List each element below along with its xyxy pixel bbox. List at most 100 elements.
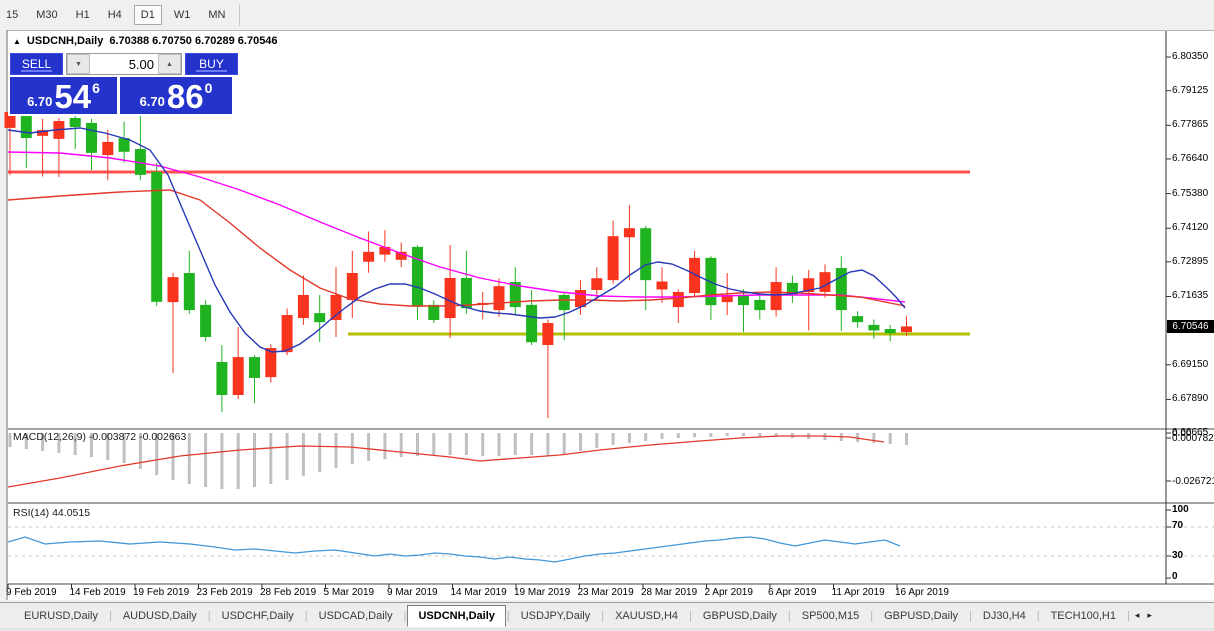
chart-title: ▲ USDCNH,Daily 6.70388 6.70750 6.70289 6…: [13, 35, 278, 47]
timeframe-button-d1[interactable]: D1: [134, 5, 162, 25]
candle: [216, 362, 227, 395]
timeframe-button-15[interactable]: 15: [0, 6, 24, 24]
candle: [608, 236, 619, 280]
candle: [86, 123, 97, 153]
volume-increase-button[interactable]: ▲: [158, 54, 181, 74]
candle: [559, 295, 570, 310]
sell-price-small: 6.70: [27, 94, 52, 109]
chart-background: [8, 31, 1214, 600]
candle: [102, 142, 113, 155]
date-axis-label: 5 Mar 2019: [324, 587, 375, 598]
symbol-tab-dj30-10[interactable]: DJ30,H4: [973, 606, 1036, 626]
date-axis-label: 23 Feb 2019: [197, 587, 253, 598]
buy-underline: [196, 70, 227, 72]
price-axis-label: 6.80350: [1172, 51, 1208, 62]
candle: [868, 325, 879, 330]
candle: [820, 272, 831, 292]
price-axis-label: 6.77865: [1172, 119, 1208, 130]
price-axis-label: 6.71635: [1172, 290, 1208, 301]
candle: [412, 247, 423, 307]
date-axis-label: 23 Mar 2019: [578, 587, 634, 598]
symbol-tab-usdchf-2[interactable]: USDCHF,Daily: [212, 606, 304, 626]
timeframe-button-w1[interactable]: W1: [168, 6, 197, 24]
date-axis-label: 9 Mar 2019: [387, 587, 438, 598]
date-axis-label: 16 Apr 2019: [895, 587, 949, 598]
price-axis-label: 6.76640: [1172, 153, 1208, 164]
rsi-axis-label: 100: [1172, 504, 1189, 515]
candle: [21, 116, 32, 138]
candle: [461, 278, 472, 308]
buy-button-label: BUY: [199, 57, 224, 71]
chart-title-symbol: USDCNH,Daily: [27, 35, 103, 47]
candle: [168, 277, 179, 302]
current-price-tag: 6.70546: [1167, 320, 1214, 333]
symbol-tab-gbpusd-7[interactable]: GBPUSD,Daily: [693, 606, 787, 626]
symbol-tab-usdcnh-4[interactable]: USDCNH,Daily: [407, 605, 505, 627]
price-axis-label: 6.72895: [1172, 256, 1208, 267]
buy-button[interactable]: BUY: [185, 53, 238, 75]
rsi-axis-label: 70: [1172, 520, 1183, 531]
tabs-scroll-right-icon[interactable]: ▸: [1147, 610, 1152, 621]
sell-button-label: SELL: [22, 57, 51, 71]
price-axis-label: 6.79125: [1172, 85, 1208, 96]
candle: [640, 228, 651, 280]
buy-price-sup: 0: [205, 80, 213, 96]
date-axis-label: 6 Apr 2019: [768, 587, 816, 598]
candle: [754, 300, 765, 310]
price-axis-label: 6.67890: [1172, 393, 1208, 404]
buy-price-small: 6.70: [140, 94, 165, 109]
candle: [70, 118, 81, 127]
candle: [363, 252, 374, 262]
candle: [771, 282, 782, 310]
symbol-tab-tech100-11[interactable]: TECH100,H1: [1041, 606, 1126, 626]
rsi-axis-label: 0: [1172, 571, 1178, 582]
timeframe-button-h1[interactable]: H1: [70, 6, 96, 24]
macd-label: MACD(12,26,9) -0.003872 -0.002663: [13, 431, 186, 443]
candle: [233, 357, 244, 395]
price-axis-label: 6.75380: [1172, 188, 1208, 199]
symbol-tab-audusd-1[interactable]: AUDUSD,Daily: [113, 606, 207, 626]
sell-price-sup: 6: [92, 80, 100, 96]
timeframe-button-mn[interactable]: MN: [202, 6, 231, 24]
candle: [738, 295, 749, 305]
candle: [347, 273, 358, 300]
timeframe-button-h4[interactable]: H4: [102, 6, 128, 24]
timeframe-toolbar: 15 M30 H1 H4 D1 W1 MN: [0, 0, 1214, 30]
sell-price-big: 54: [54, 82, 91, 112]
symbol-tab-eurusd-0[interactable]: EURUSD,Daily: [14, 606, 108, 626]
macd-axis-bottom: -0.026721: [1172, 476, 1214, 487]
symbol-tab-xauusd-6[interactable]: XAUUSD,H4: [605, 606, 688, 626]
symbol-tabbar: EURUSD,Daily|AUDUSD,Daily|USDCHF,Daily|U…: [0, 602, 1214, 628]
symbol-tab-usdjpy-5[interactable]: USDJPY,Daily: [511, 606, 601, 626]
tab-separator: |: [1126, 610, 1131, 622]
sell-button[interactable]: SELL: [10, 53, 63, 75]
candle: [494, 286, 505, 310]
price-axis-label: 6.66665: [1172, 427, 1208, 438]
candle: [298, 295, 309, 318]
tabs-scroll-left-icon[interactable]: ◂: [1135, 610, 1140, 621]
date-axis-label: 19 Mar 2019: [514, 587, 570, 598]
symbol-tab-gbpusd-9[interactable]: GBPUSD,Daily: [874, 606, 968, 626]
sell-quote-button[interactable]: 6.70 54 6: [10, 77, 117, 114]
volume-input[interactable]: 5.00: [90, 54, 158, 74]
candle: [314, 313, 325, 322]
date-axis-label: 9 Feb 2019: [6, 587, 57, 598]
symbol-tab-usdcad-3[interactable]: USDCAD,Daily: [309, 606, 403, 626]
timeframe-button-m30[interactable]: M30: [30, 6, 63, 24]
candle: [526, 305, 537, 342]
sell-underline: [21, 70, 52, 72]
toolbar-separator: [239, 4, 240, 26]
date-axis-label: 28 Feb 2019: [260, 587, 316, 598]
symbol-tab-sp500-8[interactable]: SP500,M15: [792, 606, 869, 626]
symbol-marker-icon: ▲: [13, 37, 21, 46]
buy-quote-button[interactable]: 6.70 86 0: [120, 77, 232, 114]
candle: [200, 305, 211, 337]
candle: [575, 290, 586, 307]
candle: [331, 295, 342, 320]
candle: [591, 278, 602, 290]
candle: [445, 278, 456, 318]
volume-decrease-button[interactable]: ▼: [67, 54, 90, 74]
date-axis-label: 14 Mar 2019: [451, 587, 507, 598]
date-axis-label: 2 Apr 2019: [705, 587, 753, 598]
chart-title-ohlc: 6.70388 6.70750 6.70289 6.70546: [109, 35, 277, 47]
